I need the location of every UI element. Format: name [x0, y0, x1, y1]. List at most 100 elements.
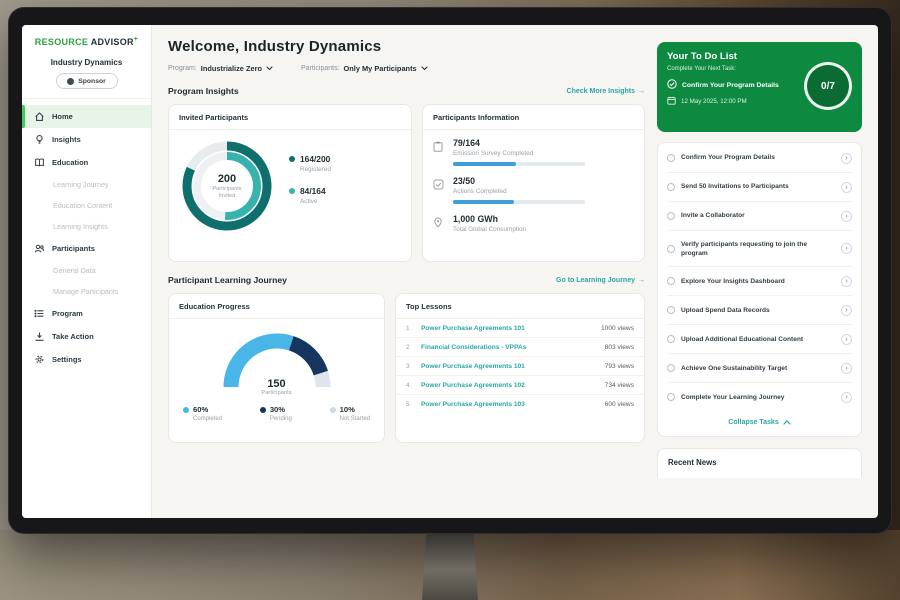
- legend-value: 84/164: [300, 186, 326, 196]
- lesson-views: 734 views: [605, 382, 634, 389]
- chevron-right-icon[interactable]: ›: [841, 182, 852, 193]
- todo-summary-card: Your To Do List Complete Your Next Task:…: [657, 42, 862, 132]
- sidebar-item-participants[interactable]: Participants: [22, 237, 151, 260]
- task-row[interactable]: Send 50 Invitations to Participants ›: [667, 173, 852, 202]
- sidebar-item-label: Settings: [52, 355, 82, 364]
- todo-progress-ring: 0/7: [804, 62, 852, 110]
- donut-center-value: 200: [218, 173, 236, 185]
- legend-label: Registered: [300, 166, 331, 173]
- check-more-insights-link[interactable]: Check More Insights →: [567, 88, 645, 95]
- sidebar-item-manage-participants[interactable]: Manage Participants: [22, 281, 151, 302]
- download-arrow-icon: [34, 331, 45, 342]
- chevron-right-icon[interactable]: ›: [841, 153, 852, 164]
- sidebar-item-home[interactable]: Home: [22, 105, 151, 128]
- learning-journey-cards: Education Progress 150 Participants: [168, 293, 645, 443]
- task-label: Invite a Collaborator: [681, 211, 835, 220]
- task-label: Explore Your Insights Dashboard: [681, 277, 835, 286]
- lesson-title-link[interactable]: Power Purchase Agreements 103: [421, 401, 597, 408]
- chevron-right-icon[interactable]: ›: [841, 392, 852, 403]
- program-filter-label: Program:: [168, 65, 197, 72]
- collapse-tasks-link[interactable]: Collapse Tasks: [667, 411, 852, 435]
- chevron-right-icon[interactable]: ›: [841, 211, 852, 222]
- lesson-row[interactable]: 2 Financial Considerations - VPPAs 803 v…: [396, 338, 644, 357]
- section-title: Program Insights: [168, 86, 239, 96]
- chevron-right-icon[interactable]: ›: [841, 243, 852, 254]
- invited-participants-card: Invited Participants: [168, 104, 412, 262]
- task-row[interactable]: Upload Additional Educational Content ›: [667, 325, 852, 354]
- lesson-row[interactable]: 3 Power Purchase Agreements 101 793 view…: [396, 357, 644, 376]
- todo-next-task[interactable]: Confirm Your Program Details: [667, 79, 807, 91]
- sidebar-item-settings[interactable]: Settings: [22, 348, 151, 371]
- task-checkbox[interactable]: [667, 212, 675, 220]
- legend-label: Active: [300, 198, 331, 205]
- checklist-icon: [433, 176, 445, 204]
- task-checkbox[interactable]: [667, 245, 675, 253]
- sidebar-item-learning-journey[interactable]: Learning Journey: [22, 174, 151, 195]
- app-logo: RESOURCE ADVISOR+: [22, 36, 151, 47]
- task-row[interactable]: Upload Spend Data Records ›: [667, 296, 852, 325]
- todo-column: Your To Do List Complete Your Next Task:…: [657, 25, 878, 518]
- sidebar-item-insights[interactable]: Insights: [22, 128, 151, 151]
- task-checkbox[interactable]: [667, 393, 675, 401]
- lesson-row[interactable]: 4 Power Purchase Agreements 102 734 view…: [396, 376, 644, 395]
- task-checkbox[interactable]: [667, 306, 675, 314]
- participants-filter[interactable]: Participants: Only My Participants: [301, 64, 428, 73]
- sidebar-item-take-action[interactable]: Take Action: [22, 325, 151, 348]
- chevron-right-icon[interactable]: ›: [841, 363, 852, 374]
- gauge-center-label: Participants: [219, 390, 335, 396]
- program-filter[interactable]: Program: Industrialize Zero: [168, 64, 273, 73]
- sponsor-icon: [67, 78, 74, 85]
- sidebar-item-education-content[interactable]: Education Content: [22, 195, 151, 216]
- lesson-row[interactable]: 5 Power Purchase Agreements 103 600 view…: [396, 395, 644, 413]
- sponsor-badge[interactable]: Sponsor: [56, 73, 118, 89]
- people-icon: [34, 243, 45, 254]
- logo-advisor: ADVISOR: [91, 37, 134, 47]
- lesson-title-link[interactable]: Power Purchase Agreements 101: [421, 363, 597, 370]
- legend-dot: [330, 407, 336, 413]
- task-checkbox[interactable]: [667, 364, 675, 372]
- task-row[interactable]: Verify participants requesting to join t…: [667, 231, 852, 267]
- sponsor-label: Sponsor: [78, 78, 106, 85]
- main-content: Welcome, Industry Dynamics Program: Indu…: [152, 25, 657, 518]
- lightbulb-icon: [34, 134, 45, 145]
- lesson-row[interactable]: 1 Power Purchase Agreements 101 1000 vie…: [396, 319, 644, 338]
- task-row[interactable]: Confirm Your Program Details ›: [667, 144, 852, 173]
- learning-journey-header: Participant Learning Journey Go to Learn…: [168, 275, 645, 285]
- sidebar-item-label: Program: [52, 309, 83, 318]
- lesson-title-link[interactable]: Power Purchase Agreements 102: [421, 382, 597, 389]
- sidebar-divider: [22, 98, 151, 99]
- sidebar-item-education[interactable]: Education: [22, 151, 151, 174]
- legend-dot: [183, 407, 189, 413]
- task-label: Send 50 Invitations to Participants: [681, 182, 835, 191]
- sidebar-item-program[interactable]: Program: [22, 302, 151, 325]
- lesson-title-link[interactable]: Financial Considerations - VPPAs: [421, 344, 597, 351]
- stat-actions-completed: 23/50 Actions Completed: [423, 168, 644, 206]
- task-checkbox[interactable]: [667, 277, 675, 285]
- gauge-center-value: 150: [219, 378, 335, 390]
- participants-filter-value: Only My Participants: [344, 64, 417, 73]
- task-checkbox[interactable]: [667, 335, 675, 343]
- task-row[interactable]: Invite a Collaborator ›: [667, 202, 852, 231]
- lesson-rank: 5: [406, 401, 413, 408]
- list-icon: [34, 308, 45, 319]
- task-row[interactable]: Complete Your Learning Journey ›: [667, 383, 852, 411]
- sidebar-item-label: Learning Insights: [53, 222, 108, 231]
- task-row[interactable]: Achieve One Sustainability Target ›: [667, 354, 852, 383]
- logo-plus: +: [134, 36, 138, 43]
- chevron-right-icon[interactable]: ›: [841, 334, 852, 345]
- task-label: Achieve One Sustainability Target: [681, 364, 835, 373]
- sidebar-item-learning-insights[interactable]: Learning Insights: [22, 216, 151, 237]
- chevron-right-icon[interactable]: ›: [841, 276, 852, 287]
- task-checkbox[interactable]: [667, 154, 675, 162]
- chevron-right-icon[interactable]: ›: [841, 305, 852, 316]
- task-checkbox[interactable]: [667, 183, 675, 191]
- lesson-rank: 4: [406, 382, 413, 389]
- go-to-learning-journey-link[interactable]: Go to Learning Journey →: [556, 277, 645, 284]
- link-label: Check More Insights: [567, 88, 635, 95]
- legend-dot: [289, 156, 295, 162]
- chevron-up-icon: [783, 420, 791, 425]
- task-row[interactable]: Explore Your Insights Dashboard ›: [667, 267, 852, 296]
- sidebar-item-general-data[interactable]: General Data: [22, 260, 151, 281]
- lesson-title-link[interactable]: Power Purchase Agreements 101: [421, 325, 593, 332]
- todo-due-label: 12 May 2025, 12:00 PM: [681, 98, 747, 105]
